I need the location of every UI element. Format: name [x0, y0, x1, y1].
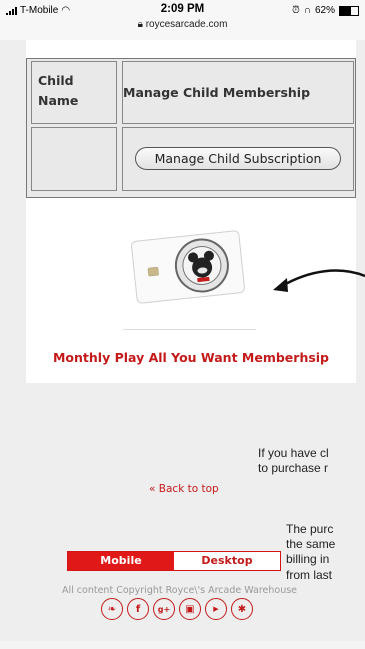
info-text-line: to purchase r: [258, 461, 329, 475]
bottom-bar: [0, 641, 365, 649]
back-to-top-label: Back to top: [158, 483, 219, 495]
membership-title[interactable]: Monthly Play All You Want Memberhsip: [26, 350, 356, 365]
instagram-icon[interactable]: ▣: [179, 598, 201, 620]
manage-membership-header: Manage Child Membership: [123, 85, 311, 100]
copyright-text: All content Copyright Royce\'s Arcade Wa…: [62, 585, 298, 596]
info-text-line: billing in: [286, 552, 330, 566]
info-text-line: The purc: [286, 522, 334, 536]
info-text-line: the same: [286, 537, 336, 551]
chevron-up-icon: «: [149, 483, 156, 495]
facebook-icon[interactable]: f: [127, 598, 149, 620]
table-cell: [31, 127, 117, 191]
url-bar[interactable]: 🔒︎ roycesarcade.com: [0, 19, 365, 30]
info-text-line: If you have cl: [258, 446, 329, 460]
youtube-icon[interactable]: ▶: [205, 598, 227, 620]
alarm-icon: ⏰︎: [291, 5, 300, 16]
view-toggle: Mobile Desktop: [67, 551, 281, 571]
headphones-icon: ∩: [303, 5, 311, 16]
child-membership-table: Child Name Manage Child Membership Manag…: [26, 58, 356, 198]
back-to-top-link[interactable]: « Back to top: [149, 483, 219, 495]
manage-child-subscription-button[interactable]: Manage Child Subscription: [135, 147, 341, 170]
google-plus-icon[interactable]: g+: [153, 598, 175, 620]
battery-percent: 62%: [314, 5, 335, 16]
twitter-icon[interactable]: ❧: [101, 598, 123, 620]
info-text-line: from last: [286, 568, 333, 582]
battery-icon: [339, 5, 359, 16]
desktop-view-button[interactable]: Desktop: [174, 552, 280, 570]
divider: [123, 329, 256, 330]
url-text: roycesarcade.com: [145, 19, 228, 30]
arrow-icon: [273, 269, 365, 292]
membership-card-image[interactable]: [128, 230, 248, 304]
status-right: ⏰︎ ∩ 62%: [292, 5, 359, 16]
status-bar: T-Mobile ◠ 2:09 PM 🔒︎ roycesarcade.com ⏰…: [0, 0, 365, 40]
mobile-view-button[interactable]: Mobile: [68, 552, 174, 570]
child-name-header: Child Name: [38, 73, 79, 108]
yelp-icon[interactable]: ✱: [231, 598, 253, 620]
social-links: ❧ f g+ ▣ ▶ ✱: [101, 598, 253, 620]
lock-icon: 🔒︎: [137, 19, 143, 30]
